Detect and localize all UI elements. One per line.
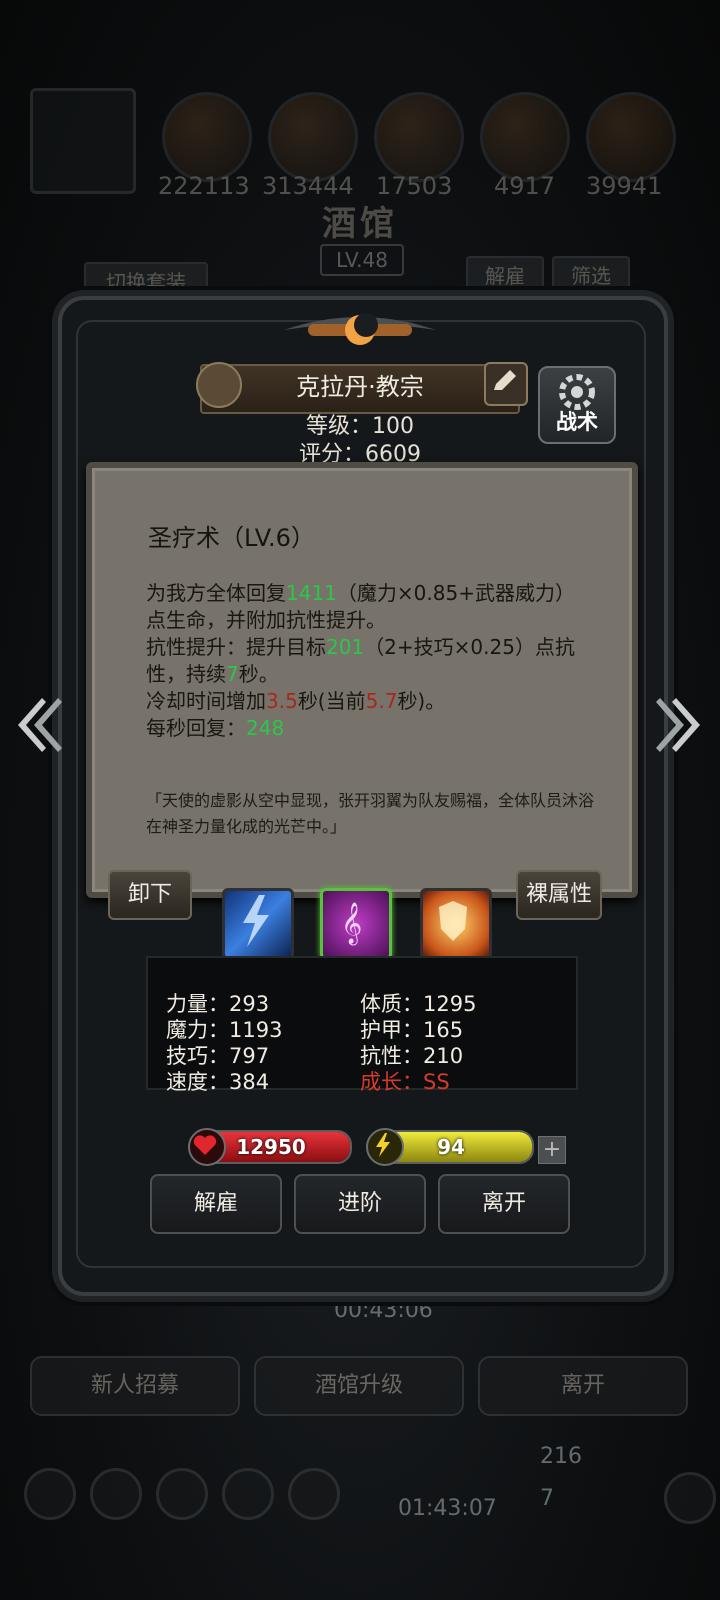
- resource-orb: [480, 92, 570, 182]
- desc-text: 秒。: [238, 662, 279, 686]
- tactics-button[interactable]: 战术: [538, 366, 616, 444]
- speed-stat: 速度：384: [166, 1070, 270, 1094]
- skill-title: 圣疗术（LV.6）: [148, 524, 315, 552]
- timer: 01:43:07: [398, 1496, 497, 1521]
- leave-tavern-button: 离开: [478, 1356, 688, 1416]
- resource-orb: [374, 92, 464, 182]
- tactics-label: 战术: [556, 410, 598, 434]
- advance-button[interactable]: 进阶: [294, 1174, 426, 1234]
- menu-icon: [90, 1468, 142, 1520]
- menu-icon: [288, 1468, 340, 1520]
- timer: 00:43:06: [334, 1298, 433, 1323]
- svg-text:𝄞: 𝄞: [341, 902, 362, 945]
- lightning-icon: [366, 1128, 404, 1166]
- next-hero-arrow-icon[interactable]: [656, 694, 706, 756]
- tavern-title: 酒馆: [322, 204, 398, 244]
- current-cooldown-value: 5.7: [365, 689, 398, 713]
- bare-attributes-button[interactable]: 裸属性: [516, 870, 602, 920]
- resource-orb: [162, 92, 252, 182]
- add-icon: [664, 1472, 716, 1524]
- growth-stat: 成长：SS: [360, 1070, 450, 1094]
- edit-name-icon[interactable]: [484, 362, 528, 406]
- music-note-skill-icon[interactable]: 𝄞: [320, 888, 392, 960]
- desc-text: 每秒回复：: [146, 716, 246, 740]
- desc-text: 冷却时间增加: [146, 689, 266, 713]
- upgrade-tavern-button: 酒馆升级: [254, 1356, 464, 1416]
- duration-value: 7: [226, 662, 239, 686]
- count: 7: [540, 1486, 554, 1511]
- desc-text: 秒)。: [397, 689, 446, 713]
- skill-tooltip: 圣疗术（LV.6） 为我方全体回复1411（魔力×0.85+武器威力）点生命，并…: [86, 462, 638, 898]
- heal-value: 1411: [286, 581, 337, 605]
- holy-shield-skill-icon[interactable]: [420, 888, 492, 960]
- resource-orb: [586, 92, 676, 182]
- menu-icon: [222, 1468, 274, 1520]
- count: 216: [540, 1444, 582, 1469]
- unequip-button[interactable]: 卸下: [108, 870, 192, 920]
- recruit-button: 新人招募: [30, 1356, 240, 1416]
- cooldown-value: 3.5: [266, 689, 298, 713]
- regen-value: 248: [246, 716, 285, 740]
- dismiss-button[interactable]: 解雇: [150, 1174, 282, 1234]
- resource-orb: [268, 92, 358, 182]
- leave-button[interactable]: 离开: [438, 1174, 570, 1234]
- heart-icon: [188, 1128, 226, 1166]
- hero-name: 克拉丹·教宗: [296, 373, 424, 401]
- bg-dismiss-button: 解雇: [466, 256, 544, 296]
- moon-ornament-icon: [284, 313, 436, 345]
- desc-text: 秒(当前: [297, 689, 366, 713]
- add-energy-button[interactable]: +: [538, 1136, 566, 1164]
- skill-description: 为我方全体回复1411（魔力×0.85+武器威力）点生命，并附加抗性提升。 抗性…: [146, 580, 586, 742]
- menu-icon: [156, 1468, 208, 1520]
- resistance-value: 201: [326, 635, 365, 659]
- tavern-level: LV.48: [320, 244, 404, 276]
- desc-text: 为我方全体回复: [146, 581, 286, 605]
- desc-text: 抗性提升：提升目标: [146, 635, 326, 659]
- lightning-skill-icon[interactable]: [222, 888, 294, 960]
- prev-hero-arrow-icon[interactable]: [12, 694, 62, 756]
- resource-strip: 222113 313444 17503 4917 39941: [24, 88, 700, 200]
- skill-quote: 「天使的虚影从空中显现，张开羽翼为队友赐福，全体队员沐浴在神圣力量化成的光芒中。…: [146, 791, 595, 836]
- menu-icon: [24, 1468, 76, 1520]
- portrait-frame: [30, 88, 136, 194]
- filter-button: 筛选: [552, 256, 630, 296]
